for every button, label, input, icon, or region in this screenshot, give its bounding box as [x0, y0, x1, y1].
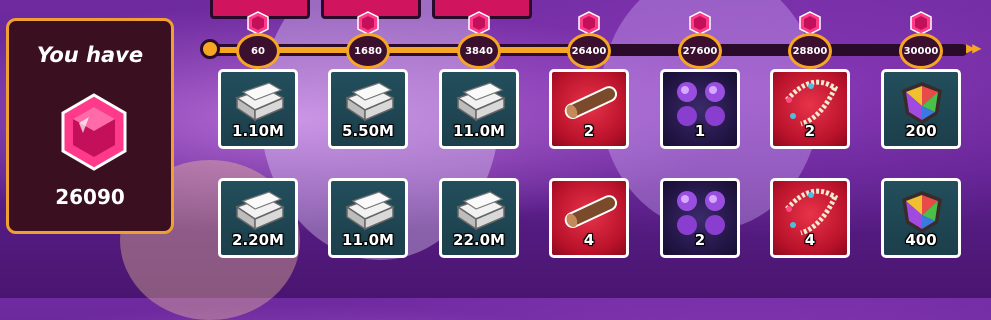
gem-icon — [357, 11, 379, 35]
progress-start-dot — [200, 39, 220, 59]
reward-tile[interactable]: 4 — [549, 178, 629, 258]
milestone-value: 60 — [236, 33, 280, 69]
reward-amount: 2 — [694, 231, 706, 249]
milestone-marker: 30000 — [897, 11, 945, 69]
milestone-value: 30000 — [899, 33, 943, 69]
gem-icon — [910, 11, 932, 35]
reward-amount: 22.0M — [453, 231, 505, 249]
reward-tile[interactable]: 22.0M — [439, 178, 519, 258]
milestone-value: 1680 — [346, 33, 390, 69]
milestone-marker: 26400 — [565, 11, 613, 69]
reward-tile[interactable]: 2 — [660, 178, 740, 258]
gem-icon — [578, 11, 600, 35]
scroll-right-arrows[interactable]: ▶▶ — [966, 41, 982, 55]
reward-tile[interactable]: 1.10M — [218, 69, 298, 149]
reward-amount: 11.0M — [342, 231, 394, 249]
reward-amount: 5.50M — [342, 122, 394, 140]
gem-icon — [799, 11, 821, 35]
reward-amount: 1.10M — [232, 122, 284, 140]
currency-panel: You have 26090 — [6, 18, 174, 234]
reward-tile[interactable]: 400 — [881, 178, 961, 258]
gem-icon — [689, 11, 711, 35]
gem-icon — [61, 93, 127, 171]
milestone-value: 28800 — [788, 33, 832, 69]
gem-icon — [468, 11, 490, 35]
reward-amount: 2 — [804, 122, 816, 140]
gem-icon — [247, 11, 269, 35]
milestone-value: 26400 — [567, 33, 611, 69]
reward-tile[interactable]: 11.0M — [328, 178, 408, 258]
milestone-marker: 27600 — [676, 11, 724, 69]
reward-amount: 11.0M — [453, 122, 505, 140]
reward-tile[interactable]: 1 — [660, 69, 740, 149]
reward-tile[interactable]: 2.20M — [218, 178, 298, 258]
reward-tile[interactable]: 4 — [770, 178, 850, 258]
reward-amount: 200 — [905, 122, 937, 140]
reward-amount: 4 — [583, 231, 595, 249]
milestone-value: 27600 — [678, 33, 722, 69]
reward-tile[interactable]: 5.50M — [328, 69, 408, 149]
milestone-marker: 60 — [234, 11, 282, 69]
reward-tile[interactable]: 11.0M — [439, 69, 519, 149]
reward-amount: 400 — [905, 231, 937, 249]
currency-amount: 26090 — [55, 185, 125, 209]
reward-amount: 1 — [694, 122, 706, 140]
milestone-marker: 3840 — [455, 11, 503, 69]
reward-amount: 4 — [804, 231, 816, 249]
reward-amount: 2.20M — [232, 231, 284, 249]
milestone-marker: 1680 — [344, 11, 392, 69]
reward-tile[interactable]: 200 — [881, 69, 961, 149]
reward-amount: 2 — [583, 122, 595, 140]
milestone-marker: 28800 — [786, 11, 834, 69]
milestone-value: 3840 — [457, 33, 501, 69]
reward-tile[interactable]: 2 — [549, 69, 629, 149]
currency-title: You have — [36, 43, 144, 67]
reward-tile[interactable]: 2 — [770, 69, 850, 149]
